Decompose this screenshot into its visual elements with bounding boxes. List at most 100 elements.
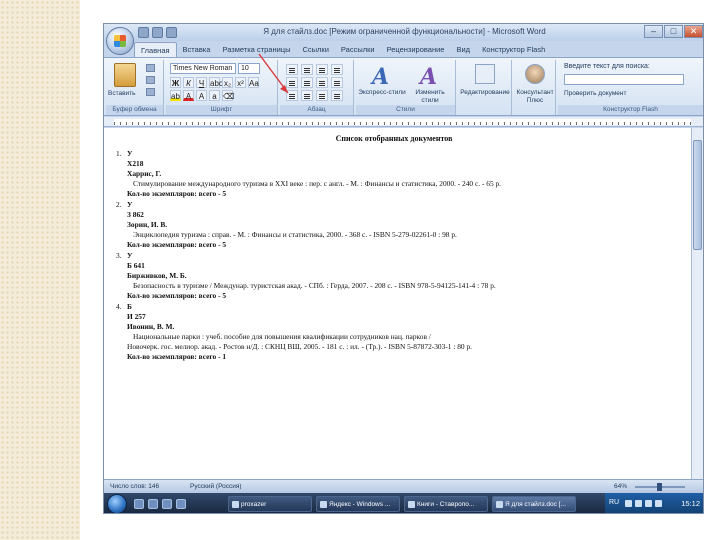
entry-number: 1. xyxy=(116,149,122,158)
line-spacing-icon[interactable] xyxy=(286,90,298,101)
language-indicator[interactable]: Русский (Россия) xyxy=(190,483,242,490)
align-left-icon[interactable] xyxy=(286,77,298,88)
quick-styles-icon[interactable]: A xyxy=(372,64,389,90)
bold-button[interactable]: Ж xyxy=(170,77,181,88)
document-page[interactable]: Список отобранных документов 1. У Х218 Харр… xyxy=(104,128,693,479)
find-icon[interactable] xyxy=(475,64,495,84)
update-icon[interactable] xyxy=(655,500,662,507)
office-button[interactable] xyxy=(106,27,134,55)
tab-mailings[interactable]: Рассылки xyxy=(335,42,381,57)
highlight-icon[interactable]: ab xyxy=(170,90,181,101)
quick-styles-label[interactable]: Экспресс-стили xyxy=(358,89,406,97)
word-count[interactable]: Число слов: 146 xyxy=(110,483,159,490)
styles-group: A A Экспресс-стили Изменить стили Стили xyxy=(356,60,456,115)
taskbar-item-proxazer[interactable]: proxazer xyxy=(228,496,312,512)
help-group: Введите текст для поиска: Проверить доку… xyxy=(558,60,703,115)
bullets-icon[interactable] xyxy=(286,64,298,75)
align-right-icon[interactable] xyxy=(316,77,328,88)
tab-flash-designer[interactable]: Конструктор Flash xyxy=(476,42,551,57)
grow-font-button[interactable]: А xyxy=(196,90,207,101)
folder-icon[interactable] xyxy=(148,499,158,509)
scroll-thumb[interactable] xyxy=(693,140,702,250)
font-size-select[interactable]: 10 xyxy=(238,63,260,74)
taskbar-item-yandex[interactable]: Яндекс - Windows ... xyxy=(316,496,400,512)
tab-view[interactable]: Вид xyxy=(450,42,476,57)
change-styles-icon[interactable]: A xyxy=(420,64,437,90)
horizontal-ruler[interactable] xyxy=(104,117,703,127)
paste-icon[interactable] xyxy=(114,63,136,87)
maximize-button[interactable]: □ xyxy=(664,25,683,38)
document-entry: 2. У З 862 Зорин, И. В. Энциклопедия туризма… xyxy=(114,200,674,250)
clipboard-group-label: Буфер обмена xyxy=(106,105,163,115)
shrink-font-button[interactable]: а xyxy=(209,90,220,101)
vertical-scrollbar[interactable] xyxy=(691,128,703,479)
align-buttons-row xyxy=(286,77,343,88)
taskbar-item-books[interactable]: Книги - Ставропо... xyxy=(404,496,488,512)
cut-icon[interactable] xyxy=(146,64,155,72)
editing-label[interactable]: Редактирование xyxy=(458,89,512,97)
tab-insert[interactable]: Вставка xyxy=(177,42,217,57)
justify-icon[interactable] xyxy=(331,77,343,88)
borders-icon[interactable] xyxy=(316,90,328,101)
change-styles-label[interactable]: Изменить стили xyxy=(406,89,454,105)
font-group-label: Шрифт xyxy=(166,105,277,115)
entry-number: 3. xyxy=(116,251,122,260)
clear-format-icon[interactable]: ⌫ xyxy=(222,90,234,101)
zoom-level[interactable]: 64% xyxy=(614,483,627,490)
superscript-button[interactable]: x² xyxy=(235,77,246,88)
document-title: Список отобранных документов xyxy=(335,134,453,143)
volume-icon[interactable] xyxy=(635,500,642,507)
change-case-button[interactable]: Аа xyxy=(248,77,259,88)
shading-icon[interactable] xyxy=(301,90,313,101)
numbering-icon[interactable] xyxy=(301,64,313,75)
check-document-button[interactable]: Проверить документ xyxy=(564,90,626,97)
system-tray: RU 15:12 xyxy=(605,493,703,513)
tab-home[interactable]: Главная xyxy=(134,42,177,57)
antivirus-icon[interactable] xyxy=(645,500,652,507)
list-buttons-row xyxy=(286,64,343,75)
strikethrough-button[interactable]: abc xyxy=(209,77,223,88)
format-painter-icon[interactable] xyxy=(146,88,155,96)
entry-line: Кол-во экземпляров: всего - 5 xyxy=(127,240,227,249)
entry-line: Национальные парки : учеб. пособие для п… xyxy=(133,332,431,341)
tab-references[interactable]: Ссылки xyxy=(296,42,334,57)
decrease-indent-icon[interactable] xyxy=(331,64,343,75)
network-icon[interactable] xyxy=(625,500,632,507)
office-logo-icon xyxy=(114,35,126,47)
font-format-row: Ж К Ч abc x₂ x² Аа xyxy=(170,77,259,88)
close-button[interactable]: ✕ xyxy=(684,25,703,38)
underline-button[interactable]: Ч xyxy=(196,77,207,88)
tab-page-layout[interactable]: Разметка страницы xyxy=(216,42,296,57)
minimize-button[interactable]: – xyxy=(644,25,663,38)
italic-button[interactable]: К xyxy=(183,77,194,88)
document-entry: 3. У Б 641 Бирживков, М. Б. Безопасность в т… xyxy=(114,251,674,301)
align-center-icon[interactable] xyxy=(301,77,313,88)
entry-line: У xyxy=(127,149,133,158)
start-button[interactable] xyxy=(107,494,127,513)
help-group-label: Конструктор Flash xyxy=(558,105,703,115)
zoom-slider-knob[interactable] xyxy=(657,483,662,491)
font-color-icon[interactable]: А xyxy=(183,90,194,101)
entry-number: 2. xyxy=(116,200,122,209)
show-marks-icon[interactable] xyxy=(331,90,343,101)
consultant-label[interactable]: Консультант Плюс xyxy=(514,89,556,105)
tab-review[interactable]: Рецензирование xyxy=(381,42,451,57)
clock[interactable]: 15:12 xyxy=(681,499,700,508)
chrome-icon[interactable] xyxy=(176,499,186,509)
ie-icon[interactable] xyxy=(134,499,144,509)
entry-line: Кол-во экземпляров: всего - 1 xyxy=(127,352,227,361)
paste-label[interactable]: Вставить xyxy=(108,90,136,97)
language-tray[interactable]: RU xyxy=(609,499,619,506)
consultant-avatar-icon[interactable] xyxy=(525,64,545,84)
editing-group: Редактирование xyxy=(458,60,512,115)
entry-line: У xyxy=(127,251,133,260)
help-search-input[interactable] xyxy=(564,74,684,85)
multilevel-list-icon[interactable] xyxy=(316,64,328,75)
taskbar-item-word[interactable]: Я для стайлз.doc [... xyxy=(492,496,576,512)
copy-icon[interactable] xyxy=(146,76,155,84)
ribbon-tabs: Главная Вставка Разметка страницы Ссылки… xyxy=(134,42,551,57)
tray-icons xyxy=(625,500,662,507)
font-name-select[interactable]: Times New Roman xyxy=(170,63,236,74)
subscript-button[interactable]: x₂ xyxy=(222,77,233,88)
media-icon[interactable] xyxy=(162,499,172,509)
